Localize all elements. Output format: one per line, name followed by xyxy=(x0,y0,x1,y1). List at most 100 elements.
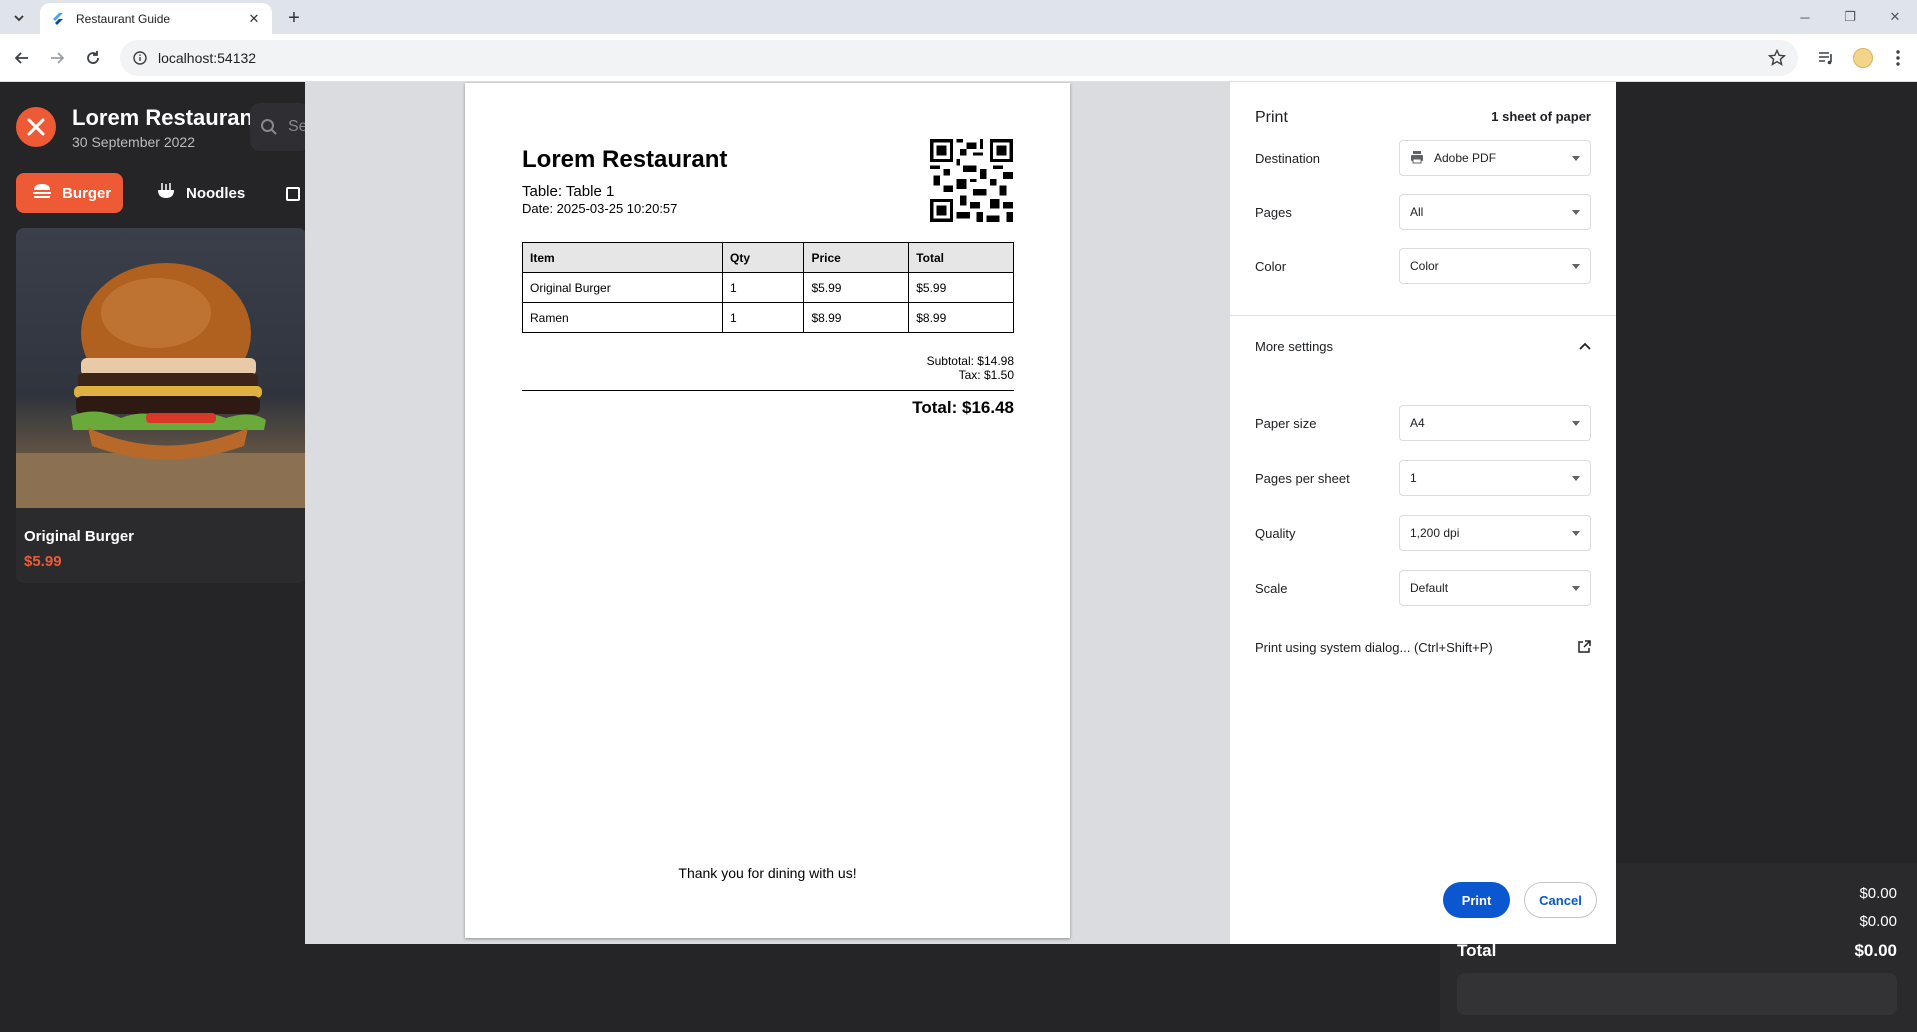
table-header-row: Item Qty Price Total xyxy=(522,242,1014,273)
pages-per-sheet-label: Pages per sheet xyxy=(1255,470,1350,486)
star-icon[interactable] xyxy=(1767,48,1787,70)
back-button[interactable] xyxy=(10,46,34,70)
receipt-sums: Subtotal: $14.98 Tax: $1.50 xyxy=(522,354,1014,382)
column-header: Item xyxy=(522,242,723,273)
destination-select[interactable]: Adobe PDF xyxy=(1399,140,1591,176)
tab-strip: Restaurant Guide ✕ + ─ ❐ ✕ xyxy=(0,0,1917,34)
checkout-button[interactable] xyxy=(1457,973,1897,1015)
menu-button[interactable] xyxy=(1886,46,1910,70)
close-window-button[interactable]: ✕ xyxy=(1879,6,1911,28)
scale-select[interactable]: Default xyxy=(1399,570,1591,606)
minimize-button[interactable]: ─ xyxy=(1789,6,1821,28)
profile-button[interactable] xyxy=(1851,46,1875,70)
dropdown-arrow-icon xyxy=(1572,264,1580,269)
quality-label: Quality xyxy=(1255,525,1296,541)
dropdown-arrow-icon xyxy=(1572,531,1580,536)
playlist-icon xyxy=(1819,52,1832,65)
table-cell: $5.99 xyxy=(908,272,1014,303)
system-dialog-link[interactable]: Print using system dialog... (Ctrl+Shift… xyxy=(1255,635,1591,659)
color-label: Color xyxy=(1255,258,1287,274)
avatar xyxy=(1853,48,1873,68)
paper-size-value: A4 xyxy=(1410,416,1425,430)
table-row: Original Burger 1 $5.99 $5.99 xyxy=(522,272,1014,303)
table-cell: 1 xyxy=(721,272,805,303)
restaurant-date: 30 September 2022 xyxy=(72,134,195,150)
forward-button[interactable] xyxy=(45,46,69,70)
dropdown-arrow-icon xyxy=(1572,586,1580,591)
color-row: Color Color xyxy=(1255,248,1591,284)
restaurant-logo xyxy=(16,107,56,147)
table-cell: $8.99 xyxy=(803,302,910,333)
column-header: Total xyxy=(908,242,1014,273)
more-settings-toggle[interactable]: More settings xyxy=(1255,332,1591,360)
print-dialog: Lorem Restaurant Table: Table 1 Date: 20… xyxy=(305,82,1616,944)
tab-search-button[interactable] xyxy=(8,7,30,29)
chevron-up-icon xyxy=(1579,342,1591,350)
table-cell: 1 xyxy=(721,302,805,333)
subtotal-value: $0.00 xyxy=(1859,885,1897,902)
food-price: $5.99 xyxy=(24,553,62,570)
table-row: Ramen 1 $8.99 $8.99 xyxy=(522,302,1014,333)
category-burger[interactable]: Burger xyxy=(16,173,123,213)
pages-per-sheet-value: 1 xyxy=(1410,471,1417,485)
category-more[interactable] xyxy=(285,173,305,213)
total-row: Total $0.00 xyxy=(1457,941,1897,961)
burger-icon xyxy=(32,183,52,204)
total-label: Total xyxy=(1457,941,1497,960)
paper-size-label: Paper size xyxy=(1255,415,1317,431)
qr-code xyxy=(930,139,1013,222)
cancel-button[interactable]: Cancel xyxy=(1524,882,1597,918)
info-icon[interactable] xyxy=(132,50,148,66)
dropdown-arrow-icon xyxy=(1572,421,1580,426)
restaurant-name: Lorem Restaurant xyxy=(72,105,261,130)
receipt-thanks: Thank you for dining with us! xyxy=(678,865,857,881)
scale-label: Scale xyxy=(1255,580,1288,596)
column-header: Qty xyxy=(721,242,805,273)
pages-per-sheet-row: Pages per sheet 1 xyxy=(1255,460,1591,496)
reload-button[interactable] xyxy=(81,46,105,70)
quality-row: Quality 1,200 dpi xyxy=(1255,515,1591,551)
table-cell: Ramen xyxy=(522,302,723,333)
search-icon xyxy=(261,119,277,135)
browser-tab[interactable]: Restaurant Guide ✕ xyxy=(40,3,272,34)
address-bar[interactable]: localhost:54132 xyxy=(120,40,1798,76)
pages-select[interactable]: All xyxy=(1399,194,1591,230)
receipt-date: Date: 2025-03-25 10:20:57 xyxy=(522,201,678,216)
receipt-table-label: Table: Table 1 xyxy=(522,183,615,200)
new-tab-button[interactable]: + xyxy=(282,6,306,30)
reload-icon xyxy=(87,51,99,64)
browser-toolbar: localhost:54132 xyxy=(0,34,1917,82)
category-label: Noodles xyxy=(186,184,246,202)
color-value: Color xyxy=(1410,259,1439,273)
arrow-left-icon xyxy=(14,52,28,64)
receipt-subtotal: Subtotal: $14.98 xyxy=(926,354,1014,368)
quality-value: 1,200 dpi xyxy=(1410,526,1460,540)
print-button[interactable]: Print xyxy=(1443,882,1510,918)
receipt-title: Lorem Restaurant xyxy=(522,146,728,173)
media-control-button[interactable] xyxy=(1814,46,1838,70)
pages-per-sheet-select[interactable]: 1 xyxy=(1399,460,1591,496)
system-dialog-label: Print using system dialog... (Ctrl+Shift… xyxy=(1255,639,1493,655)
close-icon[interactable]: ✕ xyxy=(246,11,262,27)
food-card[interactable]: Original Burger $5.99 xyxy=(16,228,306,583)
paper-size-select[interactable]: A4 xyxy=(1399,405,1591,441)
color-select[interactable]: Color xyxy=(1399,248,1591,284)
category-label: Burger xyxy=(62,184,112,202)
category-noodles[interactable]: Noodles xyxy=(140,173,260,213)
dropdown-arrow-icon xyxy=(1572,210,1580,215)
printer-icon xyxy=(1410,150,1424,167)
arrow-right-icon xyxy=(51,52,65,64)
search-input[interactable]: Se xyxy=(250,103,310,151)
restore-button[interactable]: ❐ xyxy=(1834,6,1866,28)
receipt-tax: Tax: $1.50 xyxy=(958,368,1014,382)
quality-select[interactable]: 1,200 dpi xyxy=(1399,515,1591,551)
tax-value: $0.00 xyxy=(1859,913,1897,930)
cutlery-icon xyxy=(27,118,45,136)
destination-row: Destination Adobe PDF xyxy=(1255,140,1591,176)
pages-label: Pages xyxy=(1255,204,1292,220)
pages-value: All xyxy=(1410,205,1424,219)
tab-title: Restaurant Guide xyxy=(76,11,171,26)
destination-value: Adobe PDF xyxy=(1434,151,1497,165)
burger-photo xyxy=(16,228,306,508)
food-name: Original Burger xyxy=(24,528,135,545)
